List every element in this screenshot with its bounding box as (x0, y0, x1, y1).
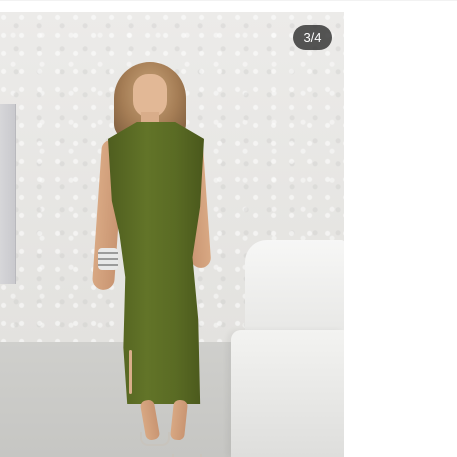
image-counter-badge: 3/4 (293, 25, 332, 50)
photo-sofa-back (245, 240, 344, 336)
photo-wall-panel (0, 104, 16, 284)
model-left-shoe (140, 432, 170, 446)
model-bracelet (98, 248, 118, 270)
dress-slit (129, 350, 132, 394)
top-divider (0, 0, 457, 1)
photo-sofa-seat (231, 330, 344, 457)
product-image-viewer[interactable]: 3/4 (0, 12, 344, 457)
